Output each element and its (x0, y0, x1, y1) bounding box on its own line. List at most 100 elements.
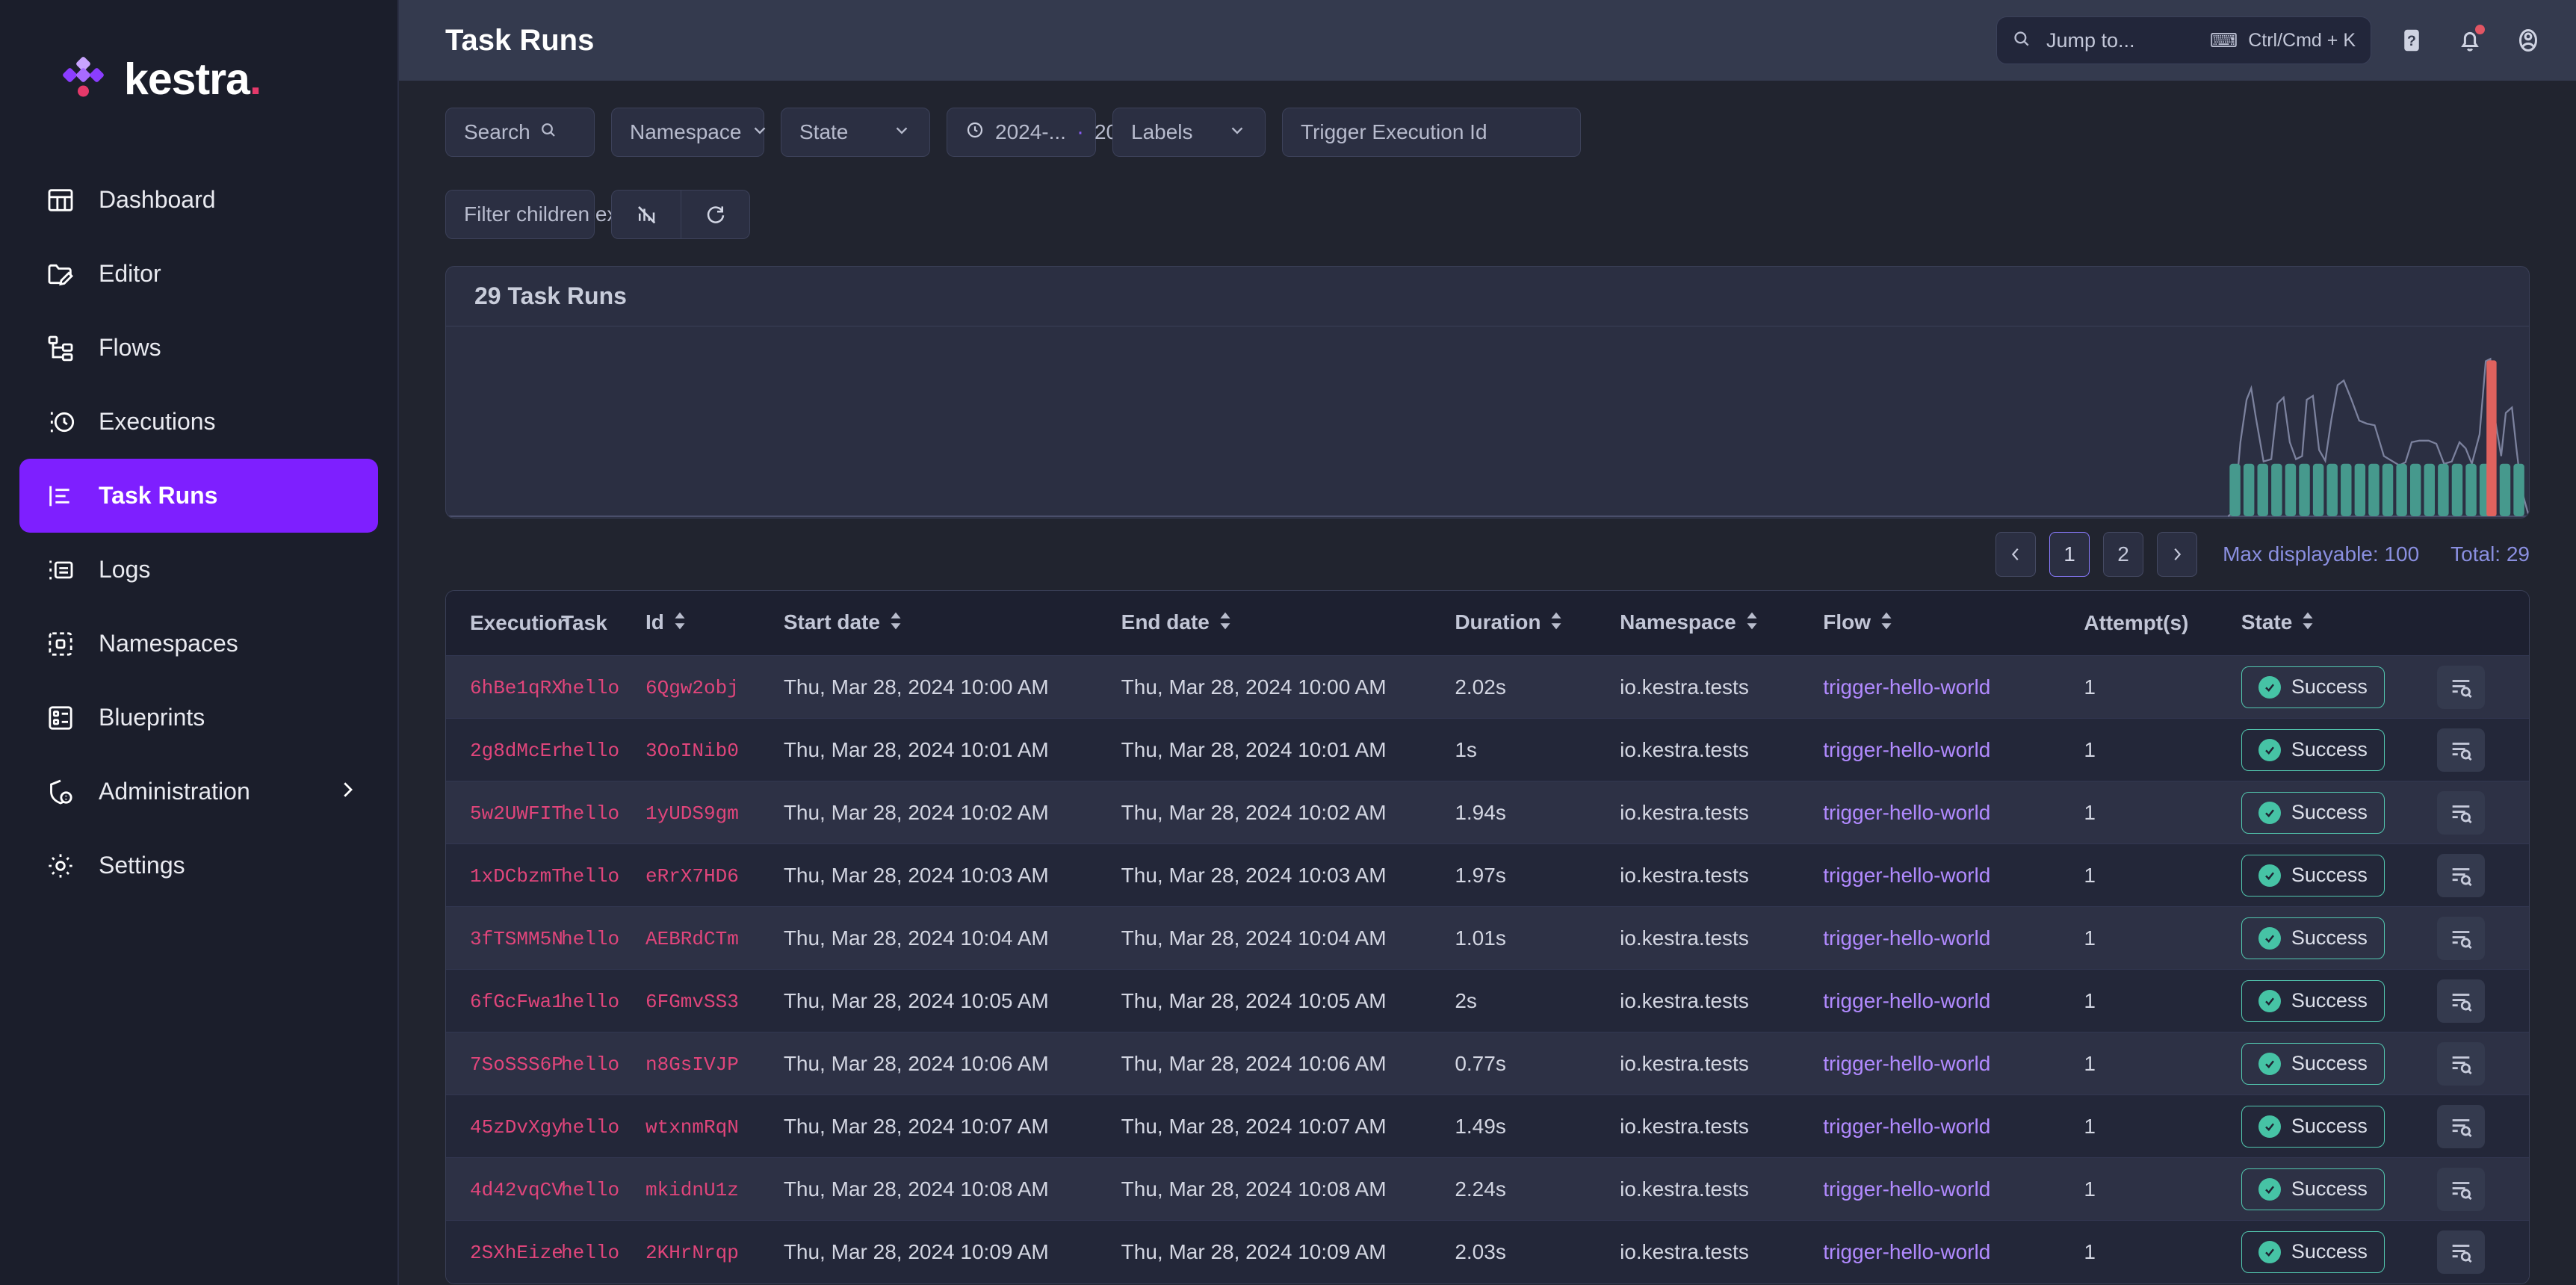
pagination-prev-button[interactable] (1996, 532, 2037, 577)
sidebar-item-task-runs[interactable]: Task Runs (19, 459, 378, 533)
user-account-icon[interactable] (2510, 22, 2546, 58)
pagination-page-1[interactable]: 1 (2049, 532, 2090, 577)
refresh-icon[interactable] (681, 191, 749, 238)
table-row[interactable]: 3fTSMM5N hello AEBRdCTm Thu, Mar 28, 2024 1… (446, 906, 2529, 970)
column-header-duration[interactable]: Duration (1455, 591, 1620, 656)
sort-icon[interactable] (1744, 611, 1760, 636)
table-row[interactable]: 2SXhEize hello 2KHrNrqp Thu, Mar 28, 2024 1… (446, 1220, 2529, 1284)
table-row[interactable]: 4d42vqCV hello mkidnU1z Thu, Mar 28, 2024 1… (446, 1157, 2529, 1221)
cell-execution[interactable]: 2SXhEize (470, 1242, 563, 1264)
namespace-select[interactable]: Namespace (611, 108, 766, 157)
sort-icon[interactable] (1878, 611, 1895, 636)
row-logs-button[interactable] (2436, 1167, 2485, 1211)
sidebar-item-executions[interactable]: Executions (19, 385, 378, 459)
sidebar-item-blueprints[interactable]: Blueprints (19, 681, 378, 755)
pagination-page-2[interactable]: 2 (2103, 532, 2144, 577)
cell-id[interactable]: n8GsIVJP (645, 1053, 739, 1076)
cell-execution[interactable]: 4d42vqCV (470, 1179, 563, 1201)
row-logs-button[interactable] (2436, 790, 2485, 835)
sidebar-item-settings[interactable]: Settings (19, 829, 378, 902)
trigger-execution-id-input[interactable]: Trigger Execution Id (1282, 108, 1581, 157)
cell-id[interactable]: eRrX7HD6 (645, 865, 739, 888)
sidebar-item-administration[interactable]: Administration (19, 755, 378, 829)
chart-off-icon[interactable] (612, 191, 681, 238)
cell-execution[interactable]: 7SoSSS6P (470, 1053, 563, 1076)
cell-execution[interactable]: 2g8dMcEr (470, 740, 563, 762)
row-logs-button[interactable] (2436, 1230, 2485, 1274)
sort-icon[interactable] (1217, 611, 1233, 636)
row-logs-button[interactable] (2436, 1104, 2485, 1148)
trigger-execution-placeholder: Trigger Execution Id (1301, 120, 1487, 143)
status-label: Success (2291, 675, 2368, 699)
sort-icon[interactable] (1548, 611, 1564, 636)
row-logs-button[interactable] (2436, 916, 2485, 960)
column-header-state[interactable]: State (2241, 591, 2437, 656)
cell-execution[interactable]: 1xDCbzmT (470, 865, 563, 888)
sort-icon[interactable] (2300, 611, 2316, 636)
cell-id[interactable]: 1yUDS9gm (645, 802, 739, 825)
cell-flow[interactable]: trigger-hello-world (1823, 1052, 1990, 1075)
row-logs-button[interactable] (2436, 728, 2485, 772)
cell-flow[interactable]: trigger-hello-world (1823, 801, 1990, 824)
cell-id[interactable]: 2KHrNrqp (645, 1242, 739, 1264)
state-select[interactable]: State (781, 108, 930, 157)
column-header-flow[interactable]: Flow (1823, 591, 2084, 656)
cell-execution[interactable]: 6fGcFwa1 (470, 991, 563, 1013)
column-header-end-date[interactable]: End date (1121, 591, 1455, 656)
row-logs-button[interactable] (2436, 979, 2485, 1023)
row-logs-button[interactable] (2436, 1041, 2485, 1086)
search-input[interactable]: Search (445, 108, 595, 157)
date-range-picker[interactable]: 2024-... · 2024-... (947, 108, 1165, 157)
cell-execution[interactable]: 6hBe1qRX (470, 677, 563, 699)
table-row[interactable]: 5w2UWFIT hello 1yUDS9gm Thu, Mar 28, 2024 1… (446, 781, 2529, 844)
cell-execution[interactable]: 3fTSMM5N (470, 928, 563, 950)
column-header-namespace[interactable]: Namespace (1620, 591, 1824, 656)
table-row[interactable]: 6fGcFwa1 hello 6FGmvSS3 Thu, Mar 28, 2024 1… (446, 969, 2529, 1032)
sidebar-item-namespaces[interactable]: Namespaces (19, 607, 378, 681)
table-row[interactable]: 6hBe1qRX hello 6Qgw2obj Thu, Mar 28, 2024 1… (446, 655, 2529, 719)
cell-task: hello (561, 740, 620, 763)
cell-execution[interactable]: 5w2UWFIT (470, 802, 563, 825)
column-header-start-date[interactable]: Start date (783, 591, 1121, 656)
sidebar-item-editor[interactable]: Editor (19, 237, 378, 311)
sidebar-item-logs[interactable]: Logs (19, 533, 378, 607)
cell-flow[interactable]: trigger-hello-world (1823, 738, 1990, 761)
column-header-id[interactable]: Id (645, 591, 784, 656)
cell-flow[interactable]: trigger-hello-world (1823, 989, 1990, 1012)
cell-flow[interactable]: trigger-hello-world (1823, 864, 1990, 887)
cell-id[interactable]: 3OoINib0 (645, 740, 739, 762)
cell-namespace: io.kestra.tests (1620, 737, 1749, 761)
cell-flow[interactable]: trigger-hello-world (1823, 926, 1990, 950)
task-runs-histogram[interactable] (446, 326, 2529, 518)
cell-flow[interactable]: trigger-hello-world (1823, 675, 1990, 699)
labels-select[interactable]: Labels (1112, 108, 1266, 157)
jump-to-search[interactable]: Jump to... ⌨ Ctrl/Cmd + K (1996, 16, 2371, 64)
cell-id[interactable]: 6Qgw2obj (645, 677, 739, 699)
notifications-bell-icon[interactable] (2452, 22, 2488, 58)
children-executions-select[interactable]: Filter children executi... (445, 190, 704, 239)
row-logs-button[interactable] (2436, 853, 2485, 897)
cell-flow[interactable]: trigger-hello-world (1823, 1177, 1990, 1201)
table-row[interactable]: 2g8dMcEr hello 3OoINib0 Thu, Mar 28, 2024 1… (446, 718, 2529, 781)
cell-id[interactable]: wtxnmRqN (645, 1116, 739, 1139)
check-circle-icon (2258, 1115, 2281, 1138)
brand-logo[interactable]: kestra. (0, 39, 397, 120)
cell-id[interactable]: 6FGmvSS3 (645, 991, 739, 1013)
table-row[interactable]: 45zDvXgy hello wtxnmRqN Thu, Mar 28, 2024 1… (446, 1094, 2529, 1158)
sort-icon[interactable] (672, 611, 688, 636)
sidebar-item-dashboard[interactable]: Dashboard (19, 163, 378, 237)
pagination-next-button[interactable] (2157, 532, 2198, 577)
table-row[interactable]: 1xDCbzmT hello eRrX7HD6 Thu, Mar 28, 2024 1… (446, 843, 2529, 907)
cell-flow[interactable]: trigger-hello-world (1823, 1240, 1990, 1263)
sort-icon[interactable] (888, 611, 904, 636)
cell-execution[interactable]: 45zDvXgy (470, 1116, 563, 1139)
help-icon[interactable]: ? (2394, 22, 2430, 58)
table-row[interactable]: 7SoSSS6P hello n8GsIVJP Thu, Mar 28, 2024 1… (446, 1032, 2529, 1095)
chevron-down-icon (892, 120, 911, 145)
cell-id[interactable]: mkidnU1z (645, 1179, 739, 1201)
cell-flow[interactable]: trigger-hello-world (1823, 1115, 1990, 1138)
sidebar-item-flows[interactable]: Flows (19, 311, 378, 385)
row-logs-button[interactable] (2436, 665, 2485, 709)
cell-id[interactable]: AEBRdCTm (645, 928, 739, 950)
cell-task: hello (561, 1053, 620, 1077)
